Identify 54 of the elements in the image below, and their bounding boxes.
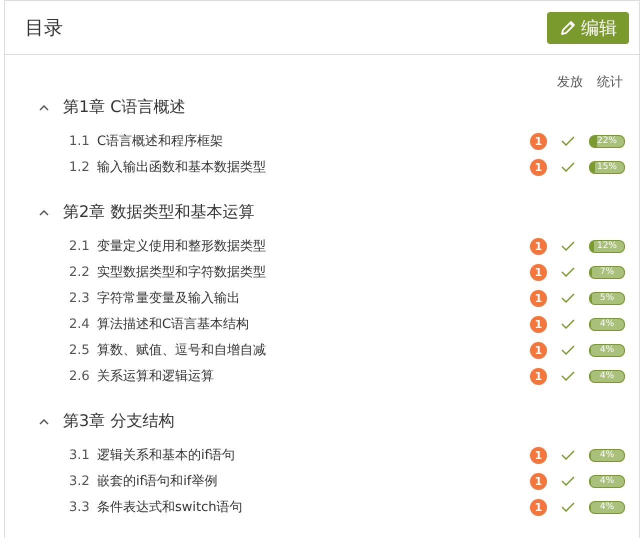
progress-reading: 22%	[596, 136, 618, 146]
chevron-icon[interactable]	[39, 104, 49, 110]
count-badge: 1	[530, 498, 547, 516]
section-title[interactable]: C语言概述和程序框架	[97, 132, 530, 150]
section-number: 3.2	[69, 474, 91, 488]
progress-reading: 4%	[598, 370, 616, 382]
chapter-title[interactable]: 第1章 C语言概述	[63, 96, 186, 118]
progress-reading: 4%	[598, 318, 616, 330]
section-title[interactable]: 变量定义使用和整形数据类型	[97, 237, 530, 255]
section-number: 2.1	[69, 238, 91, 254]
panel-title: 目录	[25, 16, 63, 40]
progress-reading: 15%	[596, 162, 618, 172]
count-badge: 1	[530, 446, 547, 464]
progress-reading: 5%	[598, 292, 616, 304]
chevron-icon[interactable]	[39, 208, 49, 216]
count-badge: 1	[530, 342, 547, 358]
section-number: 3.3	[69, 500, 91, 514]
progress-reading: 12%	[596, 240, 618, 252]
count-badge: 1	[530, 264, 547, 280]
section-title[interactable]: 条件表达式和switch语句	[97, 498, 530, 516]
section-number: 1.2	[69, 160, 91, 174]
progress-reading: 4%	[598, 502, 616, 512]
section-title[interactable]: 字符常量变量及输入输出	[97, 289, 530, 307]
progress-reading: 4%	[598, 450, 616, 460]
count-badge: 1	[530, 132, 547, 150]
chapter-title[interactable]: 第3章 分支结构	[63, 410, 174, 432]
chapter-title[interactable]: 第2章 数据类型和基本运算	[63, 202, 254, 222]
section-number: 2.2	[69, 264, 91, 280]
section-number: 2.4	[69, 316, 91, 332]
chevron-icon[interactable]	[39, 418, 49, 424]
section-number: 2.5	[69, 342, 91, 358]
count-badge: 1	[530, 290, 547, 306]
progress-reading: 4%	[598, 476, 616, 486]
section-number: 1.1	[69, 134, 91, 148]
section-number: 2.6	[69, 368, 91, 384]
section-title[interactable]: 算数、赋值、逗号和自增自减	[97, 341, 530, 359]
column-header: 发放	[557, 74, 583, 91]
section-number: 3.1	[69, 448, 91, 462]
section-title[interactable]: 实型数据类型和字符数据类型	[97, 263, 530, 281]
count-badge: 1	[530, 238, 547, 254]
section-title[interactable]: 关系运算和逻辑运算	[97, 367, 530, 385]
column-header: 统计	[597, 74, 623, 91]
progress-reading: 4%	[598, 344, 616, 356]
count-badge: 1	[530, 368, 547, 384]
count-badge: 1	[530, 316, 547, 332]
pencil-icon	[559, 18, 577, 36]
section-title[interactable]: 逻辑关系和基本的if语句	[97, 446, 530, 464]
progress-reading: 7%	[598, 266, 616, 278]
section-title[interactable]: 算法描述和C语言基本结构	[97, 315, 530, 333]
count-badge: 1	[530, 472, 547, 490]
section-number: 2.3	[69, 290, 91, 306]
section-title[interactable]: 输入输出函数和基本数据类型	[97, 158, 530, 176]
count-badge: 1	[530, 158, 547, 176]
section-title[interactable]: 嵌套的if语句和if举例	[97, 472, 530, 490]
